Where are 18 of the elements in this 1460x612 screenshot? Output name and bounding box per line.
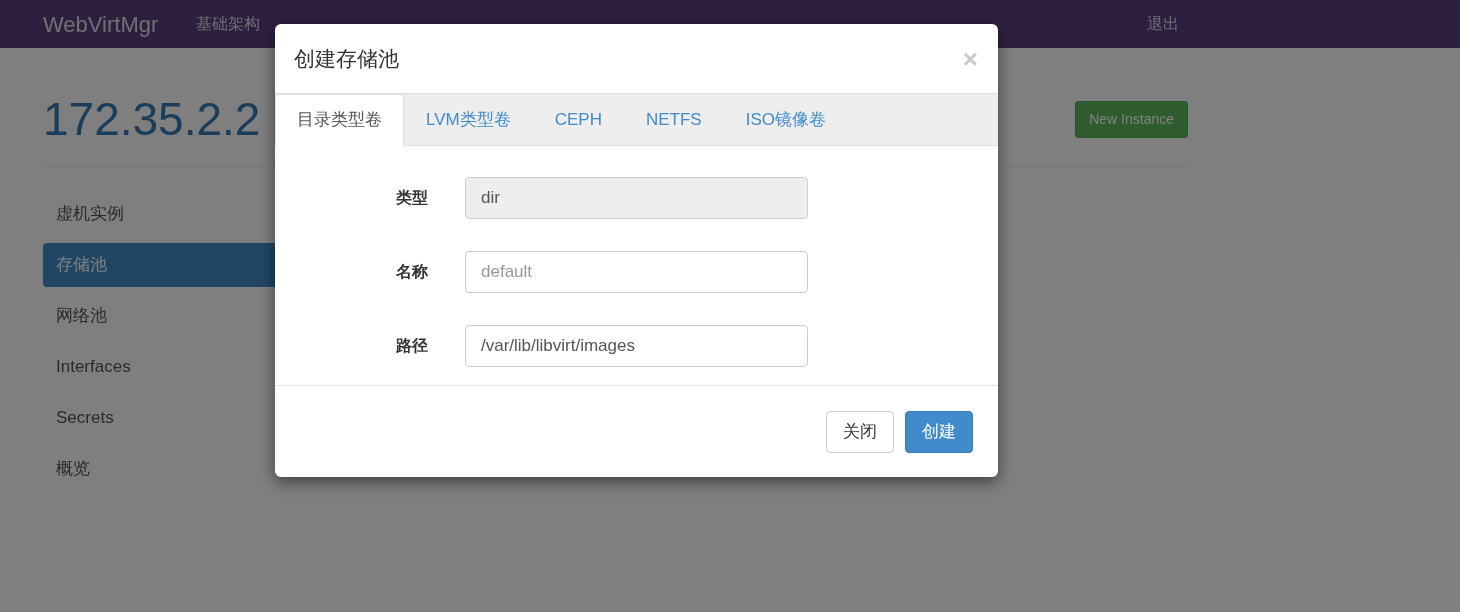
- tab[interactable]: ISO镜像卷: [723, 94, 848, 146]
- field-label: 名称: [395, 262, 428, 282]
- input-field[interactable]: default: [465, 251, 808, 293]
- page-title: 172.35.2.2: [43, 96, 261, 142]
- tab[interactable]: CEPH: [532, 94, 624, 146]
- brand-logo-text[interactable]: WebVirtMgr: [43, 7, 159, 41]
- dialog-button[interactable]: 关闭: [826, 410, 894, 453]
- tab[interactable]: LVM类型卷: [404, 94, 533, 146]
- input-field[interactable]: /var/lib/libvirt/images: [465, 325, 808, 367]
- new-instance-button[interactable]: New Instance: [1075, 100, 1188, 138]
- tab[interactable]: 目录类型卷: [275, 94, 404, 146]
- dialog-button[interactable]: 创建: [905, 410, 973, 453]
- field-label: 路径: [395, 336, 428, 356]
- modal-title: 创建存储池: [294, 45, 399, 72]
- logout-link[interactable]: 退出: [1147, 12, 1179, 36]
- nav-link[interactable]: 基础架构: [196, 12, 261, 36]
- tab[interactable]: NETFS: [623, 94, 724, 146]
- field-label: 类型: [395, 188, 428, 208]
